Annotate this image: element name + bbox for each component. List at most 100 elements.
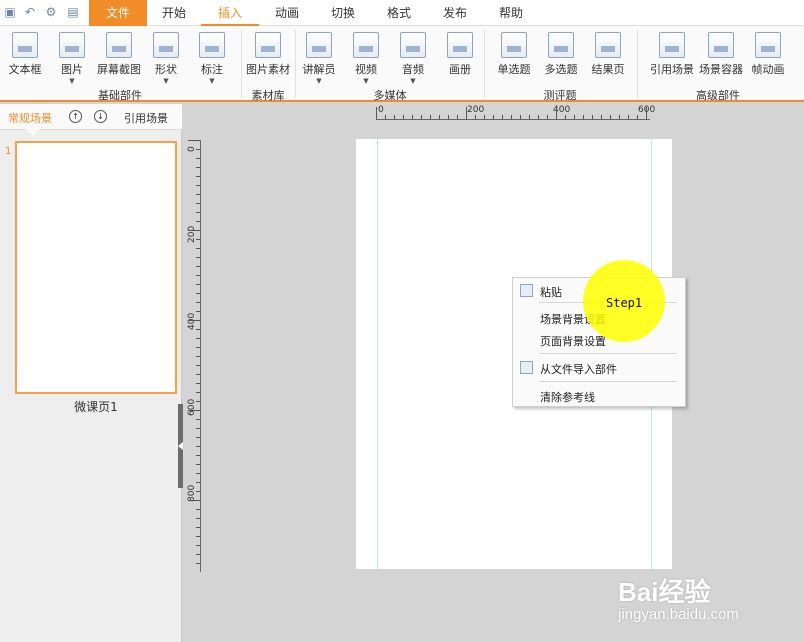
- ruler-tick: [196, 311, 200, 312]
- ruler-tick: [448, 115, 449, 119]
- shape-button[interactable]: 形状 ▼: [148, 32, 184, 85]
- ruler-tick: [188, 230, 200, 231]
- tab-format[interactable]: 格式: [371, 0, 427, 26]
- ruler-tick: [196, 473, 200, 474]
- result-page-button[interactable]: 结果页: [588, 32, 628, 77]
- tab-file[interactable]: 文件: [89, 0, 147, 26]
- chevron-down-icon: ▼: [163, 77, 169, 85]
- save-icon[interactable]: ▣: [3, 5, 17, 19]
- group-label-basic: 基础部件: [98, 89, 142, 102]
- callout-button[interactable]: 标注 ▼: [194, 32, 230, 85]
- scene-container-button[interactable]: 场景容器: [697, 32, 745, 77]
- screenshot-button[interactable]: 屏幕截图: [96, 32, 142, 77]
- tab-help[interactable]: 帮助: [483, 0, 539, 26]
- step-label: Step1: [606, 296, 643, 310]
- ruler-tick: [188, 410, 200, 411]
- video-button[interactable]: 视频 ▼: [348, 32, 384, 85]
- ruler-label: 400: [187, 312, 197, 330]
- tab-home[interactable]: 开始: [147, 0, 201, 26]
- chevron-left-icon: [178, 442, 183, 450]
- ruler-tick: [196, 374, 200, 375]
- undo-icon[interactable]: ↶: [23, 5, 37, 19]
- multi-choice-icon: [548, 32, 574, 58]
- ruler-tick: [196, 419, 200, 420]
- slide-name: 微课页1: [74, 400, 118, 414]
- tab-insert[interactable]: 插入: [201, 0, 259, 26]
- chevron-down-icon: ▼: [410, 77, 416, 85]
- ruler-label: 0: [378, 105, 384, 115]
- ruler-tick: [196, 518, 200, 519]
- tab-animation[interactable]: 动画: [259, 0, 315, 26]
- ruler-tick: [196, 275, 200, 276]
- single-choice-button[interactable]: 单选题: [494, 32, 534, 77]
- ruler-tick: [196, 356, 200, 357]
- menu-item-clear-guides[interactable]: 清除参考线: [540, 389, 595, 405]
- ruler-tick: [196, 347, 200, 348]
- ruler-tick: [196, 491, 200, 492]
- ruler-tick: [196, 302, 200, 303]
- textbox-icon: [12, 32, 38, 58]
- result-page-icon: [595, 32, 621, 58]
- group-label-advanced: 高级部件: [696, 89, 740, 102]
- tab-publish[interactable]: 发布: [427, 0, 483, 26]
- multi-choice-button[interactable]: 多选题: [541, 32, 581, 77]
- ruler-tick: [646, 107, 647, 119]
- watermark-url: jingyan.baidu.com: [618, 606, 739, 623]
- tab-normal-scene[interactable]: 常规场景: [8, 110, 52, 126]
- group-label-quiz: 测评题: [543, 89, 577, 102]
- move-up-icon[interactable]: ↑: [69, 110, 82, 123]
- ruler-tick: [385, 115, 386, 119]
- ruler-tick: [412, 115, 413, 119]
- ruler-tick: [196, 329, 200, 330]
- ruler-tick: [196, 437, 200, 438]
- album-icon: [447, 32, 473, 58]
- image-material-button[interactable]: 图片素材: [244, 32, 292, 77]
- tab-transition[interactable]: 切换: [315, 0, 371, 26]
- ruler-tick: [196, 266, 200, 267]
- menu-item-paste[interactable]: 粘贴: [540, 284, 562, 300]
- ruler-tick: [196, 194, 200, 195]
- menu-item-import-from-file[interactable]: 从文件导入部件: [540, 361, 617, 377]
- ruler-tick: [196, 455, 200, 456]
- group-separator: [295, 30, 296, 98]
- ruler-tick: [196, 464, 200, 465]
- ruler-tick: [529, 115, 530, 119]
- ruler-tick: [196, 365, 200, 366]
- ruler-tick: [466, 107, 467, 119]
- menu-item-page-background[interactable]: 页面背景设置: [540, 333, 606, 349]
- ruler-tick: [188, 140, 200, 141]
- ruler-tick: [196, 482, 200, 483]
- frame-animation-icon: [755, 32, 781, 58]
- ruler-tick: [592, 115, 593, 119]
- album-button[interactable]: 画册: [442, 32, 478, 77]
- ruler-tick: [502, 115, 503, 119]
- ruler-tick: [188, 500, 200, 501]
- textbox-button[interactable]: 文本框: [6, 32, 44, 77]
- slide-number: 1: [5, 146, 12, 157]
- chevron-down-icon: ▼: [69, 77, 75, 85]
- group-separator: [637, 30, 638, 98]
- ruler-tick: [637, 115, 638, 119]
- move-down-icon[interactable]: ↓: [94, 110, 107, 123]
- audio-button[interactable]: 音频 ▼: [395, 32, 431, 85]
- ruler-tick: [196, 257, 200, 258]
- image-icon: [59, 32, 85, 58]
- settings-icon[interactable]: ⚙: [44, 5, 58, 19]
- narrator-button[interactable]: 讲解员 ▼: [300, 32, 338, 85]
- ruler-tick: [421, 115, 422, 119]
- ruler-tick: [511, 115, 512, 119]
- tab-ref-scene[interactable]: 引用场景: [124, 110, 168, 126]
- ruler-tick: [196, 221, 200, 222]
- horizontal-ruler: 0 200 400 600: [376, 105, 655, 120]
- slide-thumbnail[interactable]: [15, 141, 177, 394]
- ribbon-toolbar: 文本框 图片 ▼ 屏幕截图 形状 ▼ 标注 ▼ 图片素材 讲解员 ▼ 视频 ▼ …: [0, 26, 804, 102]
- guide-line-left[interactable]: [377, 139, 378, 569]
- preview-icon[interactable]: ▤: [66, 5, 80, 19]
- ruler-tick: [196, 428, 200, 429]
- ruler-tick: [484, 115, 485, 119]
- ruler-tick: [475, 115, 476, 119]
- image-button[interactable]: 图片 ▼: [54, 32, 90, 85]
- ref-scene-button[interactable]: 引用场景: [648, 32, 696, 77]
- ruler-tick: [196, 536, 200, 537]
- frame-animation-button[interactable]: 帧动画: [748, 32, 788, 77]
